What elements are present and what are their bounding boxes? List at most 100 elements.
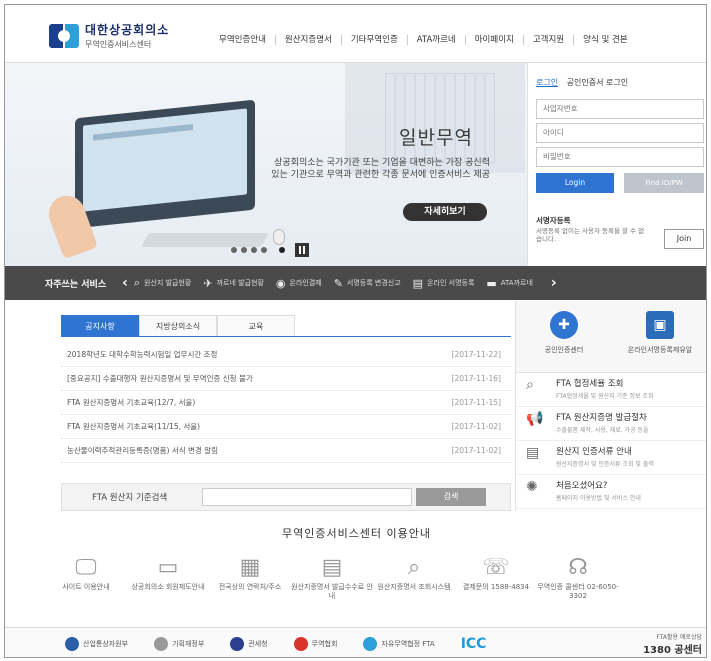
notice-title[interactable]: 2018학년도 대학수학능력시험일 업무시간 조정: [67, 343, 217, 366]
partner-name: 관세청: [248, 639, 268, 648]
link-first-visit[interactable]: ✺ 처음오셨어요? 홈페이지 이용방법 및 서비스 안내: [516, 475, 706, 509]
hotline-number: 1380 공센터: [643, 645, 702, 656]
login-button[interactable]: Login: [536, 173, 614, 193]
magnifier-icon: ⌕: [407, 555, 421, 580]
partner-name: 무역협회: [311, 639, 338, 648]
tab-education[interactable]: 교육: [217, 315, 295, 336]
tab-regional-news[interactable]: 지방상의소식: [139, 315, 217, 336]
hero-description: 상공회의소는 국가기관 또는 기업을 대변하는 가장 공신력 있는 기관으로 무…: [271, 158, 490, 180]
link-origin-docs[interactable]: ▤ 원산지 인증서류 안내 원산지증명서 및 인증서류 조회 및 출력: [516, 441, 706, 475]
tile-online-signature[interactable]: ▣ 온라인서명등록제유알: [612, 301, 706, 372]
nav-item-forms[interactable]: 양식 및 견본: [574, 35, 637, 45]
guide-contacts[interactable]: ▦ 전국상의 연락처/주소: [209, 553, 291, 601]
notice-item[interactable]: 2018학년도 대학수학능력시험일 업무시간 조정 [2017-11-22]: [61, 343, 511, 367]
notice-date: [2017-11-02]: [451, 446, 501, 455]
guide-label: 원산지증명서 조회시스템: [377, 583, 451, 591]
notice-item[interactable]: FTA 원산지증명서 기초교육(12/7, 서울) [2017-11-15]: [61, 391, 511, 415]
pager-dot[interactable]: [251, 247, 257, 253]
logo-kita[interactable]: 무역협회: [293, 636, 338, 651]
tile-cert-center[interactable]: ✚ 공인인증센터: [516, 301, 612, 372]
logo-title: 대한상공회의소: [85, 23, 170, 37]
logo[interactable]: 대한상공회의소 무역인증서비스센터: [49, 21, 169, 50]
link-fta-procedure[interactable]: 📢 FTA 원산지증명 발급절차 수출물품 제작, 사용, 재료, 가공 등을: [516, 407, 706, 441]
arrow-left-icon[interactable]: ‹: [122, 275, 128, 291]
pager-dot[interactable]: [261, 247, 267, 253]
fta-search-input[interactable]: [202, 488, 412, 506]
notice-title[interactable]: FTA 원산지증명서 기초교육(12/7, 서울): [67, 391, 195, 414]
quick-item-label: 서명등록 변경신고: [346, 279, 401, 287]
nav-item-ata[interactable]: ATA까르네: [408, 35, 466, 45]
fta-search-button[interactable]: 검색: [416, 488, 486, 506]
notice-title[interactable]: 농산물이력추적관리등록증(명품) 서식 변경 알림: [67, 439, 218, 462]
notice-title[interactable]: [중요공지] 수출대행자 원산지증명서 및 무역인증 신청 불가: [67, 367, 253, 390]
document-icon: ▤: [526, 445, 540, 461]
pager-dot[interactable]: [241, 247, 247, 253]
logo-customs[interactable]: 관세청: [230, 636, 268, 651]
calculator-icon: ▤: [321, 555, 343, 580]
notice-item[interactable]: FTA 원산지증명서 기초교육(11/15, 서울) [2017-11-02]: [61, 415, 511, 439]
notice-item[interactable]: [중요공지] 수출대행자 원산지증명서 및 무역인증 신청 불가 [2017-11…: [61, 367, 511, 391]
search-icon: ⌕: [133, 276, 141, 289]
notice-title[interactable]: FTA 원산지증명서 기초교육(11/15, 서울): [67, 415, 200, 438]
logo-moef[interactable]: 기획재정부: [154, 636, 205, 651]
nav-item-other-cert[interactable]: 기타무역인증: [342, 35, 408, 45]
phone-icon: ☏: [482, 555, 510, 580]
nav-item-mypage[interactable]: 마이페이지: [466, 35, 524, 45]
quick-item-carnet-status[interactable]: ✈ 까르네 발급현황: [203, 277, 264, 290]
doc-icon: ▤: [412, 276, 424, 290]
hotline-label: FTA활용 애로상담: [656, 634, 702, 641]
guide-call-center[interactable]: ☊ 무역인증 콜센터 02-6050-3302: [537, 553, 619, 601]
logo-icc[interactable]: ICC: [461, 636, 487, 652]
tab-login[interactable]: 로그인: [536, 78, 558, 87]
guide-membership[interactable]: ▭ 상공회의소 회원제도안내: [127, 553, 209, 601]
nav-item-origin-cert[interactable]: 원산지증명서: [276, 35, 342, 45]
plane-icon: ✈: [203, 276, 213, 290]
quick-item-label: 온라인결제: [289, 279, 322, 287]
notice-date: [2017-11-02]: [451, 422, 501, 431]
partner-name: 기획재정부: [172, 639, 205, 648]
lightbulb-icon: ✺: [526, 479, 538, 495]
notice-item[interactable]: 농산물이력추적관리등록증(명품) 서식 변경 알림 [2017-11-02]: [61, 439, 511, 463]
guide-payment-contact[interactable]: ☏ 결제문의 1588-4834: [455, 553, 537, 601]
link-title: 처음오셨어요?: [556, 481, 608, 491]
quick-item-origin-status[interactable]: ⌕ 원산지 발급현황: [134, 276, 191, 290]
join-button[interactable]: Join: [664, 229, 704, 249]
join-title: 서명자등록: [536, 216, 571, 225]
arrow-right-icon[interactable]: ›: [551, 275, 557, 291]
quick-item-signature-change[interactable]: ✎ 서명등록 변경신고: [334, 277, 401, 290]
pager-dot[interactable]: [231, 247, 237, 253]
id-card-icon: ▣: [646, 311, 674, 339]
quick-item-online-payment[interactable]: ◉ 온라인결제: [276, 277, 322, 290]
guide-origin-lookup[interactable]: ⌕ 원산지증명서 조회시스템: [373, 553, 455, 601]
hero-title: 일반무역: [399, 127, 473, 149]
nav-item-trade-cert[interactable]: 무역인증안내: [210, 35, 276, 45]
tab-notice[interactable]: 공지사항: [61, 315, 139, 336]
online-icon: ◉: [275, 276, 286, 290]
tile-label: 공인인증센터: [544, 346, 584, 354]
emblem-icon: [154, 636, 169, 651]
hero-monitor-image: [75, 99, 255, 229]
logo-motie[interactable]: 산업통상자원부: [65, 636, 128, 651]
password-field[interactable]: 비밀번호: [536, 147, 704, 167]
biz-number-field[interactable]: 사업자번호: [536, 99, 704, 119]
guide-label: 상공회의소 회원제도안내: [131, 583, 205, 591]
id-field[interactable]: 아이디: [536, 123, 704, 143]
login-panel: 로그인 공인인증서 로그인 사업자번호 아이디 비밀번호 Login Find …: [527, 63, 706, 266]
quick-item-ata[interactable]: ▬ ATA까르네: [486, 277, 533, 290]
tab-cert-login[interactable]: 공인인증서 로그인: [567, 78, 628, 87]
fta-search-label: FTA 원산지 기준검색: [92, 493, 168, 503]
guide-site-info[interactable]: 🖵 사이트 이용안내: [45, 553, 127, 601]
quick-item-online-signature[interactable]: ▤ 온라인 서명등록: [413, 277, 475, 290]
pause-icon[interactable]: [295, 243, 309, 257]
notice-tabs: 공지사항 지방상의소식 교육: [61, 315, 511, 337]
logo-fta[interactable]: 자유무역협정 FTA: [363, 636, 435, 651]
quick-service-title: 자주쓰는 서비스: [45, 279, 107, 290]
link-fta-tariff[interactable]: ⌕ FTA 협정세율 조회 FTA협정세율 및 원산지 기준 정보 조회: [516, 373, 706, 407]
guide-fee[interactable]: ▤ 원산지증명서 발급수수료 안내: [291, 553, 373, 601]
quick-item-label: 까르네 발급현황: [216, 279, 264, 287]
hero-detail-button[interactable]: 자세히보기: [403, 203, 487, 221]
nav-item-support[interactable]: 고객지원: [524, 35, 575, 45]
pager-dot-active[interactable]: [279, 247, 285, 253]
find-id-pw-button[interactable]: Find ID/PW: [624, 173, 704, 193]
tile-label: 온라인서명등록제유알: [627, 346, 693, 354]
